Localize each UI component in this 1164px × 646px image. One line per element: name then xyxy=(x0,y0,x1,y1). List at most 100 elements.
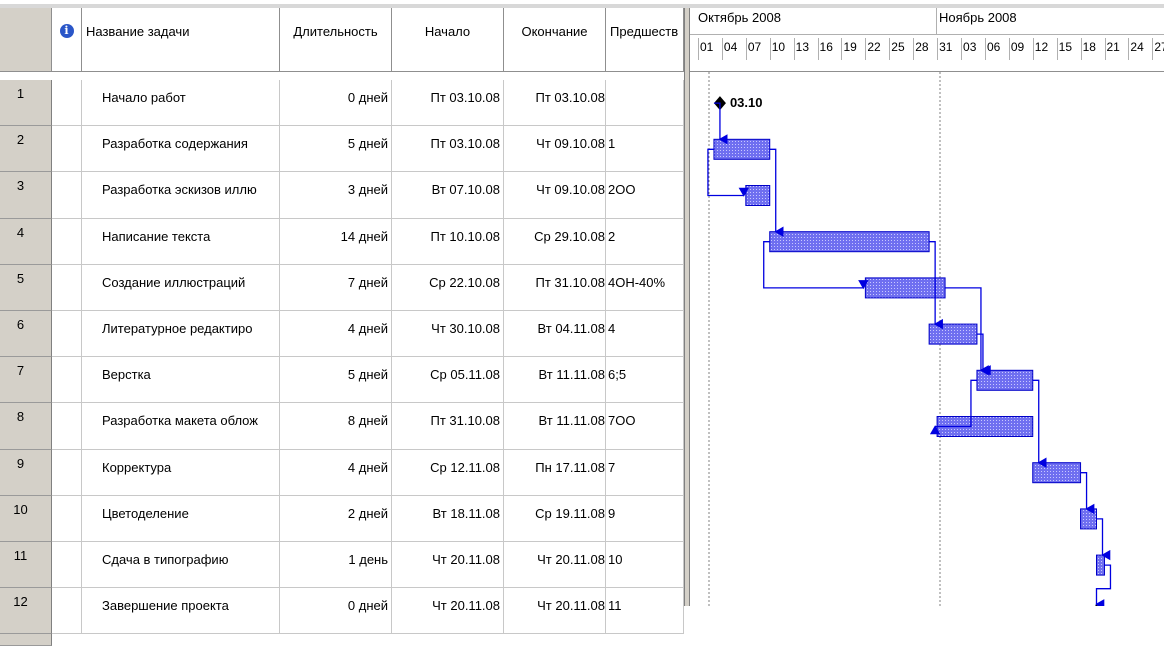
task-duration-cell[interactable]: 14 дней xyxy=(280,218,392,265)
task-predecessors-cell[interactable]: 2 xyxy=(606,218,684,265)
task-name-cell[interactable]: Завершение проекта xyxy=(82,588,280,635)
row-number[interactable]: 9 xyxy=(0,449,52,496)
task-finish-cell[interactable]: Чт 09.10.08 xyxy=(504,126,606,173)
task-duration-cell[interactable]: 1 день xyxy=(280,542,392,589)
task-duration-cell[interactable]: 5 дней xyxy=(280,357,392,404)
task-predecessors-cell[interactable]: 2ОО xyxy=(606,172,684,219)
row-number-header[interactable] xyxy=(0,8,52,72)
task-name-cell[interactable]: Разработка эскизов иллю xyxy=(82,172,280,219)
row-number[interactable]: 11 xyxy=(0,542,52,589)
task-predecessors-cell[interactable]: 11 xyxy=(606,588,684,635)
task-start-cell[interactable]: Ср 12.11.08 xyxy=(392,449,504,496)
task-duration-cell[interactable]: 7 дней xyxy=(280,264,392,311)
task-predecessors-cell[interactable] xyxy=(606,80,684,127)
row-number[interactable]: 8 xyxy=(0,403,52,450)
task-finish-cell[interactable]: Пт 31.10.08 xyxy=(504,264,606,311)
task-info-cell[interactable] xyxy=(52,264,82,311)
task-duration-cell[interactable]: 4 дней xyxy=(280,449,392,496)
task-name-cell[interactable]: Литературное редактиро xyxy=(82,311,280,358)
task-bar xyxy=(1096,554,1105,576)
task-name-cell[interactable]: Разработка содержания xyxy=(82,126,280,173)
task-name-cell[interactable]: Корректура xyxy=(82,449,280,496)
task-predecessors-cell[interactable]: 6;5 xyxy=(606,357,684,404)
task-duration-cell[interactable]: 5 дней xyxy=(280,126,392,173)
task-finish-cell[interactable]: Ср 29.10.08 xyxy=(504,218,606,265)
dependency-link xyxy=(1096,518,1111,561)
task-bar xyxy=(1080,508,1097,530)
task-sheet: i Название задачи Длительность Начало Ок… xyxy=(0,0,690,646)
task-name-cell[interactable]: Начало работ xyxy=(82,80,280,127)
row-number[interactable]: 5 xyxy=(0,264,52,311)
task-start-cell[interactable]: Чт 30.10.08 xyxy=(392,311,504,358)
task-predecessors-cell[interactable]: 1 xyxy=(606,126,684,173)
column-header-duration[interactable]: Длительность xyxy=(280,8,392,72)
task-finish-cell[interactable]: Чт 20.11.08 xyxy=(504,542,606,589)
task-info-cell[interactable] xyxy=(52,588,82,635)
task-name-cell[interactable]: Разработка макета облож xyxy=(82,403,280,450)
task-predecessors-cell[interactable]: 7 xyxy=(606,449,684,496)
row-number[interactable]: 1 xyxy=(0,80,52,127)
task-info-cell[interactable] xyxy=(52,495,82,542)
gantt-chart: Октябрь 2008 Ноябрь 2008 01 04 07 10 13 16 19 2… xyxy=(690,0,1164,606)
task-info-cell[interactable] xyxy=(52,218,82,265)
task-info-cell[interactable] xyxy=(52,357,82,404)
task-info-cell[interactable] xyxy=(52,449,82,496)
task-bar xyxy=(769,231,930,253)
task-name-cell[interactable]: Сдача в типографию xyxy=(82,542,280,589)
column-header-name[interactable]: Название задачи xyxy=(82,8,280,72)
task-name-cell[interactable]: Верстка xyxy=(82,357,280,404)
task-duration-cell[interactable]: 0 дней xyxy=(280,588,392,635)
row-number[interactable]: 2 xyxy=(0,126,52,173)
task-predecessors-cell[interactable]: 9 xyxy=(606,495,684,542)
task-predecessors-cell[interactable]: 10 xyxy=(606,542,684,589)
task-duration-cell[interactable]: 0 дней xyxy=(280,80,392,127)
task-start-cell[interactable]: Пт 31.10.08 xyxy=(392,403,504,450)
task-info-cell[interactable] xyxy=(52,311,82,358)
task-duration-cell[interactable]: 3 дней xyxy=(280,172,392,219)
dependency-link xyxy=(1080,472,1095,515)
column-header-predecessors[interactable]: Предшеств xyxy=(606,8,684,72)
task-duration-cell[interactable]: 8 дней xyxy=(280,403,392,450)
task-finish-cell[interactable]: Пн 17.11.08 xyxy=(504,449,606,496)
task-duration-cell[interactable]: 2 дней xyxy=(280,495,392,542)
task-info-cell[interactable] xyxy=(52,172,82,219)
task-finish-cell[interactable]: Пт 03.10.08 xyxy=(504,80,606,127)
row-number[interactable]: 6 xyxy=(0,311,52,358)
task-info-cell[interactable] xyxy=(52,126,82,173)
task-predecessors-cell[interactable]: 4ОН-40% xyxy=(606,264,684,311)
task-predecessors-cell[interactable]: 4 xyxy=(606,311,684,358)
row-number[interactable]: 3 xyxy=(0,172,52,219)
task-finish-cell[interactable]: Чт 09.10.08 xyxy=(504,172,606,219)
task-info-cell[interactable] xyxy=(52,403,82,450)
task-start-cell[interactable]: Ср 05.11.08 xyxy=(392,357,504,404)
task-info-cell[interactable] xyxy=(52,542,82,589)
task-name-cell[interactable]: Написание текста xyxy=(82,218,280,265)
row-number[interactable]: 4 xyxy=(0,218,52,265)
task-start-cell[interactable]: Вт 18.11.08 xyxy=(392,495,504,542)
row-number-empty[interactable] xyxy=(0,634,52,646)
task-start-cell[interactable]: Пт 03.10.08 xyxy=(392,80,504,127)
task-finish-cell[interactable]: Чт 20.11.08 xyxy=(504,588,606,635)
info-column-header[interactable]: i xyxy=(52,8,82,72)
task-bar xyxy=(745,185,771,206)
row-number[interactable]: 10 xyxy=(0,495,52,542)
row-number[interactable]: 12 xyxy=(0,588,52,635)
task-finish-cell[interactable]: Вт 04.11.08 xyxy=(504,311,606,358)
task-name-cell[interactable]: Создание иллюстраций xyxy=(82,264,280,311)
task-info-cell[interactable] xyxy=(52,80,82,127)
task-start-cell[interactable]: Ср 22.10.08 xyxy=(392,264,504,311)
row-number[interactable]: 7 xyxy=(0,357,52,404)
task-predecessors-cell[interactable]: 7ОО xyxy=(606,403,684,450)
task-finish-cell[interactable]: Вт 11.11.08 xyxy=(504,403,606,450)
task-name-cell[interactable]: Цветоделение xyxy=(82,495,280,542)
task-start-cell[interactable]: Пт 10.10.08 xyxy=(392,218,504,265)
task-start-cell[interactable]: Вт 07.10.08 xyxy=(392,172,504,219)
task-duration-cell[interactable]: 4 дней xyxy=(280,311,392,358)
column-header-start[interactable]: Начало xyxy=(392,8,504,72)
task-start-cell[interactable]: Чт 20.11.08 xyxy=(392,542,504,589)
task-finish-cell[interactable]: Ср 19.11.08 xyxy=(504,495,606,542)
task-start-cell[interactable]: Пт 03.10.08 xyxy=(392,126,504,173)
task-start-cell[interactable]: Чт 20.11.08 xyxy=(392,588,504,635)
column-header-finish[interactable]: Окончание xyxy=(504,8,606,72)
task-finish-cell[interactable]: Вт 11.11.08 xyxy=(504,357,606,404)
